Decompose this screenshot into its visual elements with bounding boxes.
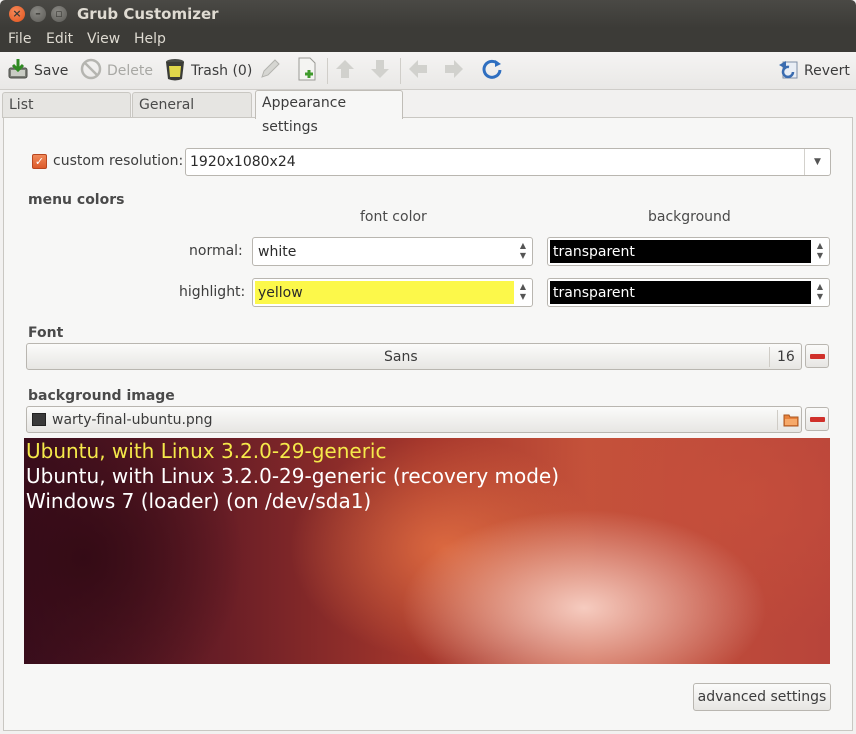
menu-file[interactable]: File xyxy=(8,31,31,47)
trash-button[interactable]: Trash (0) xyxy=(164,57,252,85)
new-document-icon xyxy=(296,57,318,85)
arrow-right-icon xyxy=(443,58,465,84)
revert-icon xyxy=(777,58,799,84)
arrow-left-icon xyxy=(407,58,429,84)
tab-bar: List configuration General settings Appe… xyxy=(0,90,856,137)
save-label: Save xyxy=(34,63,69,79)
spin-arrows-icon[interactable]: ▲ ▼ xyxy=(813,282,827,302)
spin-arrows-icon[interactable]: ▲ ▼ xyxy=(813,241,827,261)
normal-background-select[interactable]: transparent ▲ ▼ xyxy=(547,237,830,266)
tab-list-configuration[interactable]: List configuration xyxy=(2,92,131,137)
move-right-button[interactable] xyxy=(443,57,470,85)
highlight-font-color-select[interactable]: yellow ▲ ▼ xyxy=(252,278,533,307)
tab-appearance-settings[interactable]: Appearance settings xyxy=(255,90,403,135)
trash-label: Trash (0) xyxy=(191,63,253,79)
menu-view[interactable]: View xyxy=(87,31,120,47)
minus-icon xyxy=(810,354,825,359)
menu-bar: File Edit View Help xyxy=(0,28,856,52)
spin-arrows-icon[interactable]: ▲ ▼ xyxy=(516,282,530,302)
trash-icon xyxy=(164,57,186,85)
toolbar-separator xyxy=(327,58,328,84)
window-title: Grub Customizer xyxy=(77,5,219,23)
delete-button[interactable]: Delete xyxy=(80,57,153,85)
toolbar: Save Delete Trash (0) Revert xyxy=(0,52,856,90)
close-icon[interactable]: × xyxy=(9,6,25,22)
preview-entry: Ubuntu, with Linux 3.2.0-29-generic (rec… xyxy=(26,464,560,488)
arrow-down-icon xyxy=(369,58,391,84)
resolution-value: 1920x1080x24 xyxy=(190,154,296,170)
refresh-icon xyxy=(481,58,503,84)
title-bar: × – ▫ Grub Customizer xyxy=(0,0,856,28)
advanced-settings-button[interactable]: advanced settings xyxy=(693,683,831,711)
font-chooser-button[interactable]: Sans 16 xyxy=(26,343,802,370)
remove-font-button[interactable] xyxy=(805,344,829,368)
font-heading: Font xyxy=(28,325,64,341)
spin-arrows-icon[interactable]: ▲ ▼ xyxy=(516,241,530,261)
font-divider xyxy=(769,347,770,367)
preview-entry: Windows 7 (loader) (on /dev/sda1) xyxy=(26,489,372,513)
image-file-icon xyxy=(32,413,46,426)
maximize-icon[interactable]: ▫ xyxy=(51,6,67,22)
delete-icon xyxy=(80,58,102,84)
save-button[interactable]: Save xyxy=(7,57,68,85)
edit-button[interactable] xyxy=(259,57,286,85)
font-color-header: font color xyxy=(360,209,427,225)
menu-colors-heading: menu colors xyxy=(28,192,125,208)
highlight-background-select[interactable]: transparent ▲ ▼ xyxy=(547,278,830,307)
add-entry-button[interactable] xyxy=(296,57,323,85)
menu-help[interactable]: Help xyxy=(134,31,166,47)
highlight-background-value: transparent xyxy=(550,281,811,304)
background-file-chooser[interactable]: warty-final-ubuntu.png xyxy=(26,406,802,433)
revert-button[interactable]: Revert xyxy=(777,57,850,85)
move-down-button[interactable] xyxy=(369,57,396,85)
boot-menu-preview: Ubuntu, with Linux 3.2.0-29-generic Ubun… xyxy=(24,438,830,664)
refresh-button[interactable] xyxy=(481,57,508,85)
font-name: Sans xyxy=(384,349,418,365)
custom-resolution-checkbox[interactable]: ✓ xyxy=(32,154,47,169)
move-left-button[interactable] xyxy=(407,57,434,85)
preview-entry-highlighted: Ubuntu, with Linux 3.2.0-29-generic xyxy=(26,439,387,463)
save-icon xyxy=(7,58,29,84)
folder-icon xyxy=(783,412,799,431)
highlight-label: highlight: xyxy=(179,284,246,300)
font-size: 16 xyxy=(777,349,795,365)
pencil-icon xyxy=(259,58,281,84)
background-file-name: warty-final-ubuntu.png xyxy=(52,412,213,428)
normal-font-color-value: white xyxy=(255,240,514,263)
background-header: background xyxy=(648,209,731,225)
revert-label: Revert xyxy=(804,63,850,79)
minimize-icon[interactable]: – xyxy=(30,6,46,22)
highlight-font-color-value: yellow xyxy=(255,281,514,304)
normal-font-color-select[interactable]: white ▲ ▼ xyxy=(252,237,533,266)
delete-label: Delete xyxy=(107,63,153,79)
file-divider xyxy=(777,410,778,430)
arrow-up-icon xyxy=(334,58,356,84)
toolbar-separator xyxy=(400,58,401,84)
custom-resolution-label: custom resolution: xyxy=(53,153,184,169)
tab-general-settings[interactable]: General settings xyxy=(132,92,252,137)
resolution-combo[interactable]: 1920x1080x24 ▼ xyxy=(185,148,831,176)
background-image-heading: background image xyxy=(28,388,175,404)
menu-edit[interactable]: Edit xyxy=(46,31,73,47)
normal-label: normal: xyxy=(189,243,243,259)
normal-background-value: transparent xyxy=(550,240,811,263)
move-up-button[interactable] xyxy=(334,57,361,85)
remove-background-button[interactable] xyxy=(805,407,829,431)
chevron-down-icon[interactable]: ▼ xyxy=(804,149,830,175)
minus-icon xyxy=(810,417,825,422)
